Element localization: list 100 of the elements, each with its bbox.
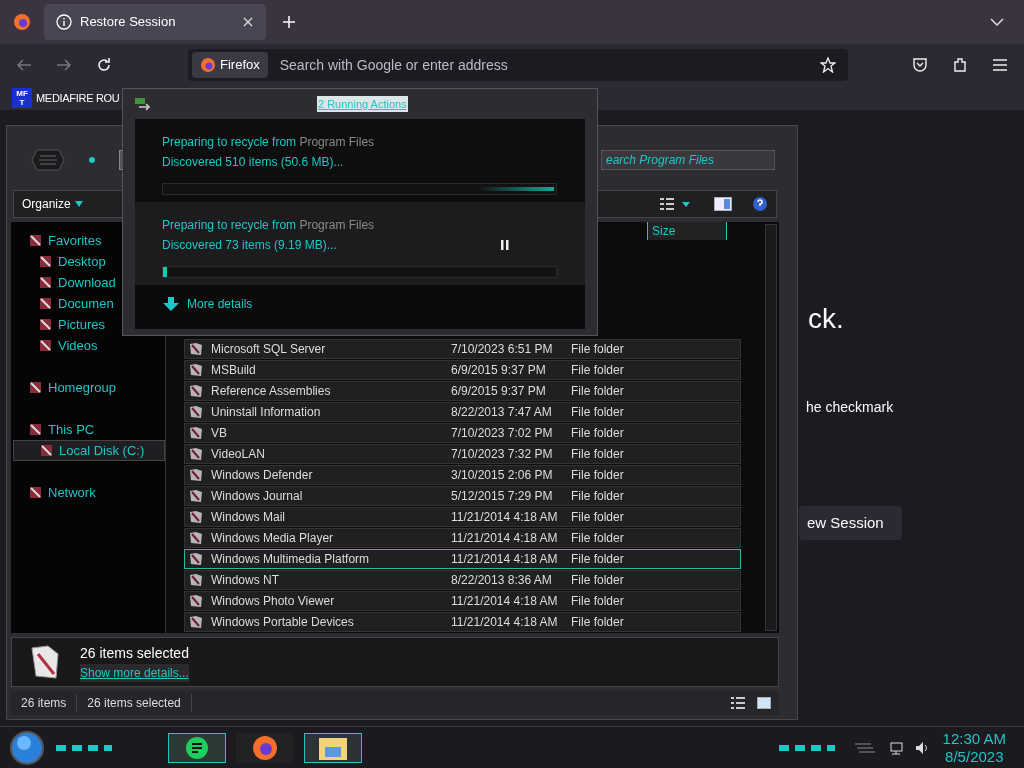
file-type: File folder [571, 383, 624, 400]
new-session-button[interactable]: ew Session [799, 506, 902, 540]
file-row[interactable]: Windows Photo Viewer 11/21/2014 4:18 AM File folder [184, 591, 741, 611]
star-icon[interactable] [820, 57, 836, 73]
file-row[interactable]: Windows Journal 5/12/2015 7:29 PM File folder [184, 486, 741, 506]
search-field[interactable]: earch Program Files [601, 150, 775, 170]
file-type: File folder [571, 572, 624, 589]
file-name: Uninstall Information [211, 404, 322, 421]
sidebar-item[interactable]: Local Disk (C:) [13, 440, 165, 461]
files-icon [30, 644, 60, 680]
file-row[interactable]: VB 7/10/2023 7:02 PM File folder [184, 423, 741, 443]
browser-logo-icon [12, 12, 32, 32]
file-date: 11/21/2014 4:18 AM [451, 614, 559, 631]
file-name: Windows Multimedia Platform [211, 551, 371, 568]
sidebar-item[interactable]: This PC [29, 419, 165, 440]
file-row[interactable]: Microsoft SQL Server 7/10/2023 6:51 PM File folder [184, 339, 741, 359]
file-name: Windows NT [211, 572, 280, 589]
file-date: 8/22/2013 7:47 AM [451, 404, 553, 421]
details-title: 26 items selected [80, 643, 189, 663]
thumbnail-view-icon[interactable] [757, 697, 771, 709]
start-orb-icon[interactable] [10, 730, 44, 765]
file-date: 11/21/2014 4:18 AM [451, 509, 559, 526]
page-text: he checkmark [806, 398, 894, 417]
file-name: Reference Assemblies [211, 383, 332, 400]
operation-status: Discovered 73 items (9.19 MB)... [162, 237, 338, 254]
operation-title: Preparing to recycle from Program Files [162, 134, 376, 151]
identity-chip[interactable]: Firefox [192, 52, 268, 78]
file-row[interactable]: Reference Assemblies 6/9/2015 9:37 PM File folder [184, 381, 741, 401]
taskbar-app-icon[interactable] [168, 732, 226, 763]
file-date: 7/10/2023 6:51 PM [451, 341, 554, 358]
accent-lights [778, 744, 835, 751]
file-row[interactable]: Windows NT 8/22/2013 8:36 AM File folder [184, 570, 741, 590]
show-details-link[interactable]: Show more details... [80, 663, 189, 682]
file-date: 6/9/2015 9:37 PM [451, 362, 547, 379]
reload-icon[interactable] [96, 57, 112, 73]
info-icon [56, 14, 72, 30]
file-row[interactable]: Windows Portable Devices 11/21/2014 4:18 AM File folder [184, 612, 741, 632]
new-tab-icon[interactable] [282, 15, 296, 29]
file-type: File folder [571, 404, 624, 421]
file-name: VB [211, 425, 228, 442]
taskbar-app-icon[interactable] [236, 732, 294, 763]
taskbar-app-icon[interactable] [304, 732, 362, 763]
organize-button[interactable]: Organize [22, 195, 83, 213]
file-date: 11/21/2014 4:18 AM [451, 530, 559, 547]
chevron-down-icon[interactable] [990, 17, 1004, 27]
pause-icon[interactable] [501, 240, 509, 250]
transfer-icon [135, 97, 151, 111]
file-type: File folder [571, 467, 624, 484]
menu-icon[interactable] [992, 58, 1008, 72]
file-type: File folder [571, 446, 624, 463]
file-date: 5/12/2015 7:29 PM [451, 488, 554, 505]
browser-tab[interactable]: Restore Session [44, 4, 266, 40]
details-view-icon[interactable] [731, 696, 745, 710]
file-name: MSBuild [211, 362, 257, 379]
column-header[interactable]: Size [647, 222, 727, 240]
sidebar-item[interactable]: Network [29, 482, 165, 503]
file-name: Windows Portable Devices [211, 614, 355, 631]
file-name: Windows Media Player [211, 530, 335, 547]
close-icon[interactable] [242, 16, 254, 28]
file-row[interactable]: Uninstall Information 8/22/2013 7:47 AM File folder [184, 402, 741, 422]
address-bar[interactable]: Firefox Search with Google or enter address [188, 49, 848, 81]
file-name: Windows Journal [211, 488, 304, 505]
browser-logo-icon [200, 57, 216, 73]
sidebar-item[interactable]: Videos [29, 335, 165, 356]
file-row[interactable]: VideoLAN 7/10/2023 7:32 PM File folder [184, 444, 741, 464]
clock-date[interactable]: 8/5/2023 [945, 747, 1004, 766]
file-name: Microsoft SQL Server [211, 341, 327, 358]
operation-status: Discovered 510 items (50.6 MB)... [162, 154, 345, 171]
file-date: 7/10/2023 7:02 PM [451, 425, 554, 442]
file-type: File folder [571, 530, 624, 547]
notes-icon [185, 735, 209, 760]
address-field[interactable]: Search with Google or enter address [279, 54, 808, 76]
file-type: File folder [571, 362, 624, 379]
file-row[interactable]: MSBuild 6/9/2015 9:37 PM File folder [184, 360, 741, 380]
file-date: 11/21/2014 4:18 AM [451, 551, 559, 568]
back-icon[interactable] [16, 58, 32, 72]
file-row[interactable]: Windows Media Player 11/21/2014 4:18 AM File folder [184, 528, 741, 548]
pocket-icon[interactable] [912, 57, 928, 73]
file-row[interactable]: Windows Mail 11/21/2014 4:18 AM File folder [184, 507, 741, 527]
help-icon[interactable] [752, 196, 768, 212]
accent-lights [56, 744, 112, 751]
sidebar-item[interactable]: Homegroup [29, 377, 165, 398]
preview-pane-icon[interactable] [714, 197, 732, 211]
status-selected: 26 items selected [77, 694, 192, 712]
file-row[interactable]: Windows Defender 3/10/2015 2:06 PM File folder [184, 465, 741, 485]
view-options-icon[interactable] [660, 198, 690, 210]
forward-icon[interactable] [56, 58, 72, 72]
file-name: Windows Photo Viewer [211, 593, 336, 610]
clock-time[interactable]: 12:30 AM [942, 729, 1006, 748]
file-row[interactable]: Windows Multimedia Platform 11/21/2014 4:18 AM File folder [184, 549, 741, 569]
arrow-down-icon [163, 297, 179, 311]
bookmark-item[interactable]: MF T MEDIAFIRE ROU [12, 88, 120, 108]
caret-icon [74, 201, 83, 207]
bookmark-logo: MF T [12, 88, 32, 108]
extensions-icon[interactable] [952, 57, 968, 73]
file-name: Windows Mail [211, 509, 286, 526]
more-details-button[interactable]: More details [135, 295, 585, 313]
dialog-title: 2 Running Actions [317, 95, 408, 113]
file-date: 8/22/2013 8:36 AM [451, 572, 553, 589]
page-heading: ck. [808, 302, 844, 336]
